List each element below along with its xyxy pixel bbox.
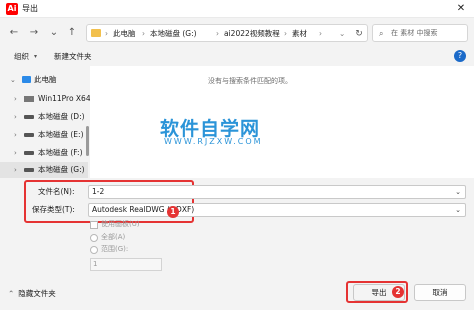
expand-chevron-icon[interactable]: ›: [14, 162, 17, 178]
search-icon: ⌕: [379, 29, 384, 38]
new-folder-button[interactable]: 新建文件夹: [54, 51, 92, 63]
breadcrumb-material-folder[interactable]: 素材: [292, 27, 307, 40]
all-label: 全部(A): [101, 233, 126, 241]
hide-folders-toggle[interactable]: ⌃ 隐藏文件夹: [8, 288, 56, 300]
forward-arrow-icon[interactable]: →: [26, 25, 42, 41]
sidebar-item-label: 本地磁盘 (F:): [38, 148, 83, 157]
drive-icon: [24, 96, 34, 102]
sidebar-item-this-pc[interactable]: ⌄ 此电脑: [0, 72, 88, 88]
sidebar-item-drive-e[interactable]: › 本地磁盘 (E:): [0, 127, 88, 143]
expand-chevron-icon[interactable]: ›: [14, 127, 17, 143]
breadcrumb-separator: ›: [142, 29, 145, 38]
breadcrumb-tutorial-folder[interactable]: ai2022视频教程: [224, 27, 280, 40]
pc-icon: [22, 76, 31, 83]
breadcrumb-separator: ›: [105, 29, 108, 38]
filename-value: 1-2: [92, 187, 105, 196]
drive-icon: [24, 168, 34, 172]
drive-icon: [24, 115, 34, 119]
sidebar-item-label: 本地磁盘 (G:): [38, 165, 85, 174]
folder-icon: [91, 29, 101, 37]
search-placeholder: 在 素材 中搜索: [391, 29, 438, 37]
chevron-up-icon: ⌃: [8, 289, 15, 298]
use-artboard-label: 使用画板(U): [101, 220, 140, 228]
breadcrumb-drive-g[interactable]: 本地磁盘 (G:): [150, 27, 197, 40]
illustrator-app-icon: Ai: [6, 3, 18, 15]
address-bar[interactable]: › 此电脑 › 本地磁盘 (G:) › ai2022视频教程 › 素材 › ⌄ …: [86, 24, 368, 42]
recent-locations-chevron-icon[interactable]: ⌄: [46, 25, 62, 41]
breadcrumb-this-pc[interactable]: 此电脑: [113, 27, 136, 40]
sidebar-item-label: 本地磁盘 (D:): [38, 112, 85, 121]
sidebar-scrollbar[interactable]: [86, 126, 89, 156]
sidebar-item-label: 本地磁盘 (E:): [38, 130, 84, 139]
navigation-bar: ← → ⌄ ↑ › 此电脑 › 本地磁盘 (G:) › ai2022视频教程 ›…: [0, 18, 474, 48]
organize-caret-icon: ▾: [34, 53, 38, 60]
filetype-select[interactable]: Autodesk RealDWG (*.DXF) ⌄: [88, 203, 466, 217]
sidebar-item-drive-f[interactable]: › 本地磁盘 (F:): [0, 145, 88, 161]
sidebar-item-drive-g[interactable]: › 本地磁盘 (G:): [0, 162, 88, 178]
organize-button[interactable]: 组织: [14, 51, 29, 63]
navigation-pane: ⌄ 此电脑 › Win11Pro X64 › 本地磁盘 (D:) › 本地磁盘 …: [0, 66, 91, 178]
search-box[interactable]: ⌕ 在 素材 中搜索: [372, 24, 468, 42]
filename-label: 文件名(N):: [38, 187, 75, 196]
filetype-label: 保存类型(T):: [32, 205, 75, 214]
refresh-icon[interactable]: ↻: [353, 28, 365, 40]
sidebar-item-drive-d[interactable]: › 本地磁盘 (D:): [0, 109, 88, 125]
step-badge-1: 1: [167, 206, 179, 218]
command-bar: 组织 ▾ 新建文件夹 ?: [0, 48, 474, 66]
expand-chevron-icon[interactable]: ›: [14, 109, 17, 125]
up-arrow-icon[interactable]: ↑: [64, 25, 80, 41]
empty-results-message: 没有与搜索条件匹配的项。: [208, 77, 292, 85]
cancel-button[interactable]: 取消: [414, 284, 466, 301]
range-input[interactable]: 1: [90, 258, 162, 271]
help-icon[interactable]: ?: [454, 50, 466, 62]
drive-icon: [24, 133, 34, 137]
window-title: 导出: [22, 4, 38, 13]
expand-chevron-icon[interactable]: ›: [14, 91, 17, 107]
step-badge-2: 2: [392, 286, 404, 298]
watermark-url: WWW.RJZXW.COM: [164, 137, 263, 146]
sidebar-item-label: 此电脑: [34, 75, 57, 84]
range-label: 范围(G):: [101, 245, 129, 253]
drive-icon: [24, 151, 34, 155]
breadcrumb-separator: ›: [319, 29, 322, 38]
chevron-down-icon[interactable]: ⌄: [455, 186, 461, 198]
expand-chevron-icon[interactable]: ⌄: [10, 72, 16, 88]
breadcrumb-separator: ›: [216, 29, 219, 38]
sidebar-item-label: Win11Pro X64: [38, 94, 91, 103]
expand-chevron-icon[interactable]: ›: [14, 145, 17, 161]
back-arrow-icon[interactable]: ←: [6, 25, 22, 41]
breadcrumb-separator: ›: [284, 29, 287, 38]
use-artboard-checkbox[interactable]: [90, 221, 98, 229]
range-radio[interactable]: [90, 246, 98, 254]
close-icon[interactable]: ✕: [454, 2, 468, 16]
all-radio[interactable]: [90, 234, 98, 242]
chevron-down-icon[interactable]: ⌄: [455, 204, 461, 216]
hide-folders-label: 隐藏文件夹: [18, 289, 56, 298]
filename-input[interactable]: 1-2 ⌄: [88, 185, 466, 199]
address-history-chevron-icon[interactable]: ⌄: [339, 27, 345, 40]
title-bar: Ai 导出 ✕: [0, 0, 474, 18]
range-value: 1: [93, 260, 98, 268]
sidebar-item-win11pro[interactable]: › Win11Pro X64: [0, 91, 91, 107]
